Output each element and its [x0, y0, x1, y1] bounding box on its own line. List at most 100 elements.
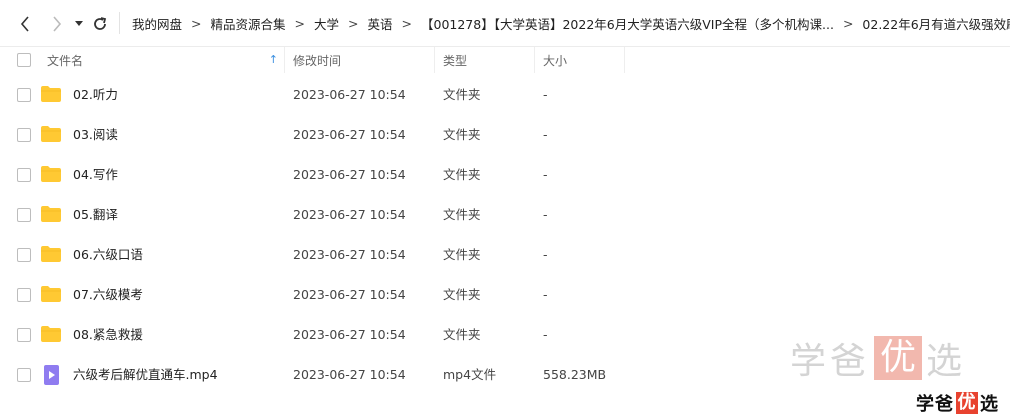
- file-name[interactable]: 六级考后解优直通车.mp4: [73, 355, 218, 395]
- file-modified: 2023-06-27 10:54: [293, 87, 406, 102]
- file-name[interactable]: 05.翻译: [73, 195, 118, 235]
- file-name[interactable]: 02.听力: [73, 75, 118, 115]
- file-size: -: [543, 327, 548, 342]
- file-modified: 2023-06-27 10:54: [293, 207, 406, 222]
- file-size: -: [543, 247, 548, 262]
- folder-icon: [41, 326, 61, 342]
- file-name[interactable]: 08.紧急救援: [73, 315, 143, 355]
- folder-icon-wrap: [40, 205, 64, 225]
- file-row[interactable]: 04.写作 2023-06-27 10:54 文件夹 -: [0, 155, 1010, 195]
- column-header-size-label: 大小: [543, 53, 568, 68]
- column-header-name-label: 文件名: [47, 53, 84, 68]
- file-modified: 2023-06-27 10:54: [293, 327, 406, 342]
- folder-icon-wrap: [40, 85, 64, 105]
- folder-icon: [41, 166, 61, 182]
- folder-icon: [41, 286, 61, 302]
- file-size: -: [543, 127, 548, 142]
- watermark-logo-large: 学爸 优 选: [790, 332, 966, 384]
- sort-ascending-icon: ↑: [268, 53, 278, 66]
- file-size: -: [543, 207, 548, 222]
- breadcrumb-separator: >: [294, 16, 305, 31]
- file-row[interactable]: 02.听力 2023-06-27 10:54 文件夹 -: [0, 75, 1010, 115]
- file-type: 文件夹: [443, 287, 481, 302]
- column-header-name[interactable]: 文件名 ↑: [36, 47, 285, 73]
- file-row[interactable]: 03.阅读 2023-06-27 10:54 文件夹 -: [0, 115, 1010, 155]
- folder-icon-wrap: [40, 125, 64, 145]
- folder-icon-wrap: [40, 325, 64, 345]
- watermark-text: 学爸: [790, 341, 871, 382]
- breadcrumb-separator: >: [842, 16, 854, 31]
- folder-icon-wrap: [40, 165, 64, 185]
- caret-down-icon: [75, 21, 83, 26]
- file-name[interactable]: 04.写作: [73, 155, 118, 195]
- file-name[interactable]: 06.六级口语: [73, 235, 143, 275]
- column-header-type[interactable]: 类型: [435, 47, 535, 73]
- row-checkbox[interactable]: [17, 168, 31, 182]
- breadcrumb-item[interactable]: 精品资源合集: [205, 14, 292, 33]
- folder-icon: [41, 206, 61, 222]
- breadcrumb-item[interactable]: 大学: [308, 14, 345, 33]
- file-type: 文件夹: [443, 127, 481, 142]
- breadcrumb-separator: >: [348, 16, 359, 31]
- file-modified: 2023-06-27 10:54: [293, 167, 406, 182]
- watermark-logo-small: 学爸 优 选: [916, 390, 999, 416]
- breadcrumb-separator: >: [191, 16, 202, 31]
- breadcrumb-item[interactable]: 我的网盘: [126, 14, 188, 33]
- video-file-icon: [44, 365, 59, 385]
- row-checkbox[interactable]: [17, 208, 31, 222]
- watermark-highlight: 优: [874, 336, 923, 380]
- file-name[interactable]: 07.六级模考: [73, 275, 143, 315]
- folder-icon: [41, 246, 61, 262]
- column-header-modified[interactable]: 修改时间: [285, 47, 435, 73]
- refresh-button[interactable]: [86, 10, 114, 38]
- row-checkbox[interactable]: [17, 368, 31, 382]
- column-header-size[interactable]: 大小: [535, 47, 625, 73]
- file-modified: 2023-06-27 10:54: [293, 247, 406, 262]
- column-header-type-label: 类型: [443, 53, 468, 68]
- file-modified: 2023-06-27 10:54: [293, 127, 406, 142]
- row-checkbox[interactable]: [17, 128, 31, 142]
- file-modified: 2023-06-27 10:54: [293, 367, 406, 382]
- breadcrumb-item[interactable]: 英语: [362, 14, 399, 33]
- file-size: -: [543, 87, 548, 102]
- folder-icon: [41, 86, 61, 102]
- file-modified: 2023-06-27 10:54: [293, 287, 406, 302]
- breadcrumb: 我的网盘 > 精品资源合集 > 大学 > 英语 > 【001278】【大学英语】…: [126, 0, 1010, 47]
- file-type: 文件夹: [443, 327, 481, 342]
- navigation-bar: 我的网盘 > 精品资源合集 > 大学 > 英语 > 【001278】【大学英语】…: [0, 0, 1010, 47]
- toolbar-divider: [119, 12, 120, 34]
- video-file-icon-wrap: [40, 365, 64, 385]
- back-button[interactable]: [11, 10, 39, 38]
- file-type: 文件夹: [443, 87, 481, 102]
- row-checkbox[interactable]: [17, 328, 31, 342]
- folder-icon-wrap: [40, 245, 64, 265]
- watermark-text: 选: [980, 394, 999, 415]
- breadcrumb-item-current[interactable]: 02.22年6月有道六级强效刷分班: [856, 14, 1010, 33]
- refresh-icon: [94, 17, 107, 30]
- file-row[interactable]: 06.六级口语 2023-06-27 10:54 文件夹 -: [0, 235, 1010, 275]
- file-name[interactable]: 03.阅读: [73, 115, 118, 155]
- file-row[interactable]: 05.翻译 2023-06-27 10:54 文件夹 -: [0, 195, 1010, 235]
- file-type: 文件夹: [443, 207, 481, 222]
- column-header-modified-label: 修改时间: [293, 53, 342, 68]
- breadcrumb-item[interactable]: 【001278】【大学英语】2022年6月大学英语六级VIP全程（多个机构课..…: [415, 14, 840, 33]
- forward-button[interactable]: [43, 10, 71, 38]
- file-list-header: 文件名 ↑ 修改时间 类型 大小: [0, 47, 1010, 73]
- folder-icon: [41, 126, 61, 142]
- history-dropdown-button[interactable]: [71, 10, 87, 38]
- row-checkbox[interactable]: [17, 88, 31, 102]
- watermark-text: 学爸: [916, 394, 954, 415]
- chevron-left-icon: [20, 16, 29, 32]
- file-type: 文件夹: [443, 247, 481, 262]
- file-size: -: [543, 167, 548, 182]
- watermark-text: 选: [926, 341, 967, 382]
- breadcrumb-separator: >: [401, 16, 412, 31]
- folder-icon-wrap: [40, 285, 64, 305]
- watermark-highlight: 优: [956, 392, 978, 414]
- select-all-checkbox[interactable]: [17, 53, 31, 67]
- file-size: 558.23MB: [543, 367, 607, 382]
- file-type: mp4文件: [443, 367, 497, 382]
- row-checkbox[interactable]: [17, 248, 31, 262]
- row-checkbox[interactable]: [17, 288, 31, 302]
- file-row[interactable]: 07.六级模考 2023-06-27 10:54 文件夹 -: [0, 275, 1010, 315]
